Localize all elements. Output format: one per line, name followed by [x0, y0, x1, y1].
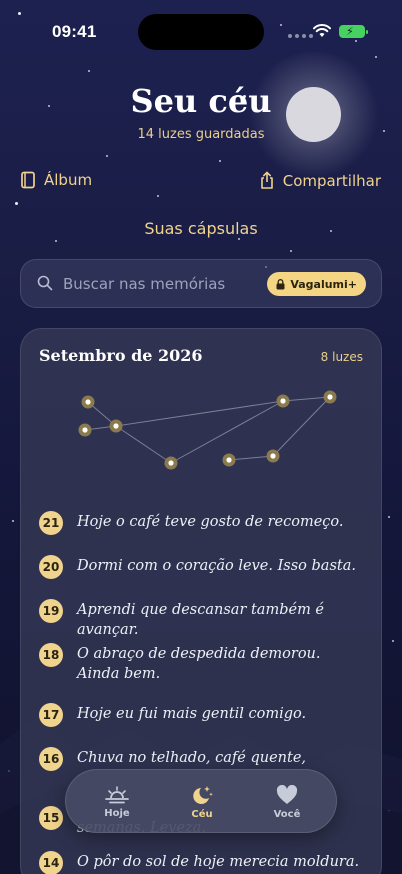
share-icon	[260, 171, 273, 189]
memory-entry[interactable]: 17 Hoje eu fui mais gentil comigo.	[39, 703, 369, 727]
tab-voce[interactable]: Você	[242, 770, 332, 834]
memory-text: Hoje eu fui mais gentil comigo.	[77, 706, 307, 722]
month-lights-count: 8 luzes	[320, 350, 363, 364]
cellular-signal-icon	[288, 34, 313, 38]
memory-text: Hoje o café teve gosto de recomeço.	[77, 514, 344, 530]
search-bar: Vagalumi+	[20, 259, 382, 308]
memory-text: Chuva no telhado, café quente,	[77, 750, 307, 766]
dynamic-island	[138, 14, 264, 50]
premium-badge[interactable]: Vagalumi+	[267, 272, 366, 296]
tab-hoje[interactable]: Hoje	[72, 770, 162, 834]
tab-label: Hoje	[104, 807, 130, 819]
memory-text: Dormi com o coração leve. Isso basta.	[77, 558, 356, 574]
lights-count: 14 luzes guardadas	[137, 127, 265, 142]
tab-bar: Hoje Céu Você	[65, 769, 337, 833]
lock-icon	[276, 278, 285, 289]
album-label: Álbum	[44, 171, 93, 189]
section-title: Suas cápsulas	[144, 219, 258, 238]
memory-text: O abraço de despedida demorou. Ainda bem…	[77, 643, 321, 684]
day-badge: 16	[39, 747, 63, 771]
memory-text-line: Ainda bem.	[77, 666, 161, 682]
album-button[interactable]: Álbum	[20, 171, 92, 189]
premium-badge-label: Vagalumi+	[290, 277, 357, 291]
day-badge: 21	[39, 511, 63, 535]
status-bar: 09:41 ⚡	[0, 0, 402, 54]
memory-entry[interactable]: 14 O pôr do sol de hoje merecia moldura.	[39, 851, 369, 874]
tab-ceu[interactable]: Céu	[157, 770, 247, 834]
memory-entry[interactable]: 16 Chuva no telhado, café quente,	[39, 747, 369, 771]
memory-text: Aprendi que descansar também é avançar.	[77, 602, 325, 638]
tab-label: Você	[273, 808, 301, 820]
status-time: 09:41	[52, 22, 97, 41]
day-badge: 15	[39, 806, 63, 830]
day-badge: 20	[39, 555, 63, 579]
search-icon	[37, 275, 53, 291]
constellation-chart	[78, 390, 337, 470]
month-title: Setembro de 2026	[39, 346, 203, 365]
share-button[interactable]: Compartilhar	[259, 171, 381, 190]
search-input[interactable]	[63, 260, 283, 307]
memory-entry[interactable]: 18 O abraço de despedida demorou. Ainda …	[39, 643, 369, 684]
memory-entry[interactable]: 20 Dormi com o coração leve. Isso basta.	[39, 555, 369, 579]
memory-text: O pôr do sol de hoje merecia moldura.	[77, 854, 360, 870]
memory-entry[interactable]: 21 Hoje o café teve gosto de recomeço.	[39, 511, 369, 535]
book-icon	[21, 171, 35, 189]
day-badge: 14	[39, 851, 63, 874]
day-badge: 17	[39, 703, 63, 727]
day-badge: 18	[39, 643, 63, 667]
memory-text-line: O abraço de despedida demorou.	[77, 646, 321, 662]
moon-stars-icon	[193, 785, 213, 804]
heart-icon	[276, 784, 298, 804]
share-label: Compartilhar	[282, 171, 381, 190]
sunrise-icon	[105, 785, 129, 803]
tab-label: Céu	[191, 808, 213, 820]
wifi-icon	[313, 24, 331, 37]
memory-entry[interactable]: 19 Aprendi que descansar também é avança…	[39, 599, 369, 640]
page-title: Seu céu	[130, 82, 272, 120]
battery-charging-icon: ⚡	[339, 25, 368, 38]
day-badge: 19	[39, 599, 63, 623]
